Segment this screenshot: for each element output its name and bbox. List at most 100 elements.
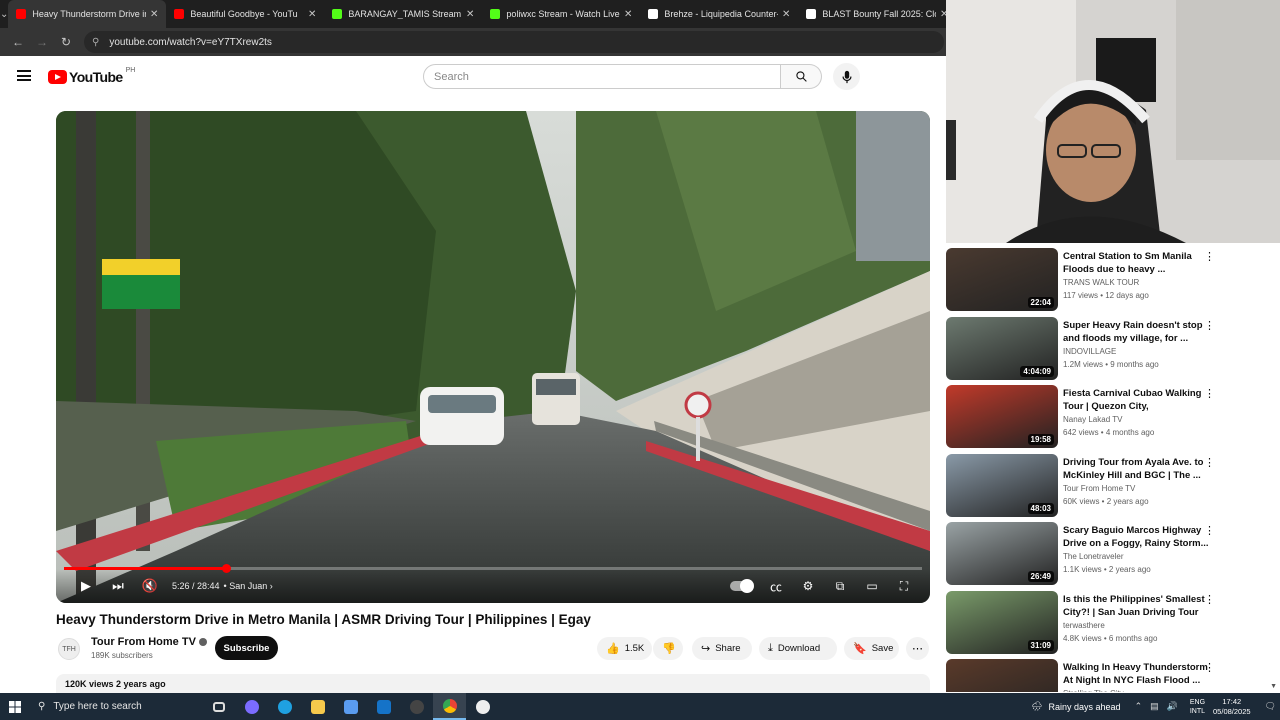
next-icon[interactable]: ⏭ (102, 578, 134, 594)
browser-tab[interactable]: BARANGAY_TAMIS Stream - W ✕ (324, 0, 482, 28)
video-player[interactable]: ▶ ⏭ 🔇 5:26 / 28:44 • San Juan › ㏄ ⚙ ⧉ ▭ … (56, 111, 930, 603)
recommended-video-channel[interactable]: TRANS WALK TOUR (1063, 278, 1139, 287)
captions-icon[interactable]: ㏄ (760, 578, 792, 595)
obs-icon[interactable] (400, 693, 433, 720)
tab-favicon-icon (174, 9, 185, 19)
browser-tab[interactable]: poliwxc Stream - Watch Live on ✕ (482, 0, 640, 28)
recommended-video-channel[interactable]: INDOVILLAGE (1063, 347, 1116, 356)
more-options-icon[interactable]: ⋮ (1204, 319, 1215, 332)
chrome-icon[interactable] (433, 693, 466, 720)
browser-tab[interactable]: Heavy Thunderstorm Drive in M ✕ (8, 0, 167, 28)
address-bar[interactable]: ⚲ youtube.com/watch?v=eY7TXrew2ts (84, 31, 944, 53)
back-icon[interactable]: ← (6, 35, 30, 49)
dislike-button[interactable]: 👎 (653, 637, 683, 660)
play-icon[interactable]: ▶ (70, 578, 102, 594)
browser-tab[interactable]: Beautiful Goodbye - YouTu ✕ (166, 0, 324, 28)
recommended-video-title[interactable]: Central Station to Sm Manila Floods due … (1063, 250, 1209, 276)
recommended-video-channel[interactable]: Nanay Lakad TV (1063, 415, 1122, 424)
more-actions-icon[interactable]: ⋯ (906, 637, 929, 660)
outlook-icon[interactable] (367, 693, 400, 720)
video-thumbnail[interactable]: 31:09 (946, 590, 1058, 654)
scroll-down-icon[interactable]: ▼ (1270, 683, 1277, 690)
close-tab-icon[interactable]: ✕ (150, 9, 158, 20)
recommended-video-channel[interactable]: Strolling The City (1063, 689, 1124, 692)
forward-icon[interactable]: → (30, 35, 54, 49)
mute-icon[interactable]: 🔇 (134, 578, 166, 594)
recommended-video[interactable]: Walking In Heavy Thunderstorm At Night I… (946, 659, 1280, 692)
more-options-icon[interactable]: ⋮ (1204, 250, 1215, 263)
subscribe-button[interactable]: Subscribe (215, 636, 278, 660)
task-view-icon[interactable] (202, 693, 235, 720)
recommended-video-title[interactable]: Walking In Heavy Thunderstorm At Night I… (1063, 661, 1209, 687)
youtube-logo[interactable]: YouTube PH (48, 67, 135, 85)
voice-search-button[interactable] (833, 63, 860, 90)
video-duration: 4:04:09 (1020, 365, 1054, 377)
recommended-video[interactable]: 31:09 Is this the Philippines' Smallest C… (946, 590, 1280, 657)
search-button[interactable] (781, 64, 822, 89)
theater-mode-icon[interactable]: ▭ (856, 579, 888, 593)
file-explorer-icon[interactable] (301, 693, 334, 720)
more-options-icon[interactable]: ⋮ (1204, 387, 1215, 400)
volume-icon[interactable]: 🔊 (1167, 701, 1178, 712)
input-language[interactable]: ENG INTL (1190, 698, 1205, 716)
recommended-video-title[interactable]: Driving Tour from Ayala Ave. to McKinley… (1063, 456, 1209, 482)
reload-icon[interactable]: ↻ (54, 35, 78, 49)
settings-icon[interactable]: ⚙ (792, 579, 824, 593)
recommended-video[interactable]: 22:04 Central Station to Sm Manila Floods… (946, 248, 1280, 314)
taskbar-search[interactable]: ⚲ Type here to search (30, 693, 168, 720)
download-button[interactable]: ⤓ Download (759, 637, 837, 660)
store-icon[interactable] (334, 693, 367, 720)
tab-search-icon[interactable]: ⌄ (0, 0, 8, 28)
close-tab-icon[interactable]: ✕ (782, 9, 790, 20)
video-thumbnail[interactable]: 26:49 (946, 522, 1058, 585)
windows-start-button[interactable] (0, 693, 30, 720)
more-options-icon[interactable]: ⋮ (1204, 661, 1215, 674)
video-thumbnail[interactable]: 48:03 (946, 453, 1058, 517)
close-tab-icon[interactable]: ✕ (466, 9, 474, 20)
close-tab-icon[interactable]: ✕ (308, 9, 316, 20)
edge-icon[interactable] (268, 693, 301, 720)
video-thumbnail[interactable]: 19:58 (946, 385, 1058, 448)
weather-widget[interactable]: 🌧 Rainy days ahead (1031, 701, 1121, 712)
chapter-title[interactable]: • San Juan › (224, 581, 273, 591)
recommended-video-title[interactable]: Fiesta Carnival Cubao Walking Tour | Que… (1063, 387, 1209, 413)
recommended-video[interactable]: 48:03 Driving Tour from Ayala Ave. to McK… (946, 453, 1280, 520)
share-button[interactable]: ↪ Share (692, 637, 752, 660)
like-button[interactable]: 👍 1.5K (597, 637, 652, 660)
recommended-video-title[interactable]: Super Heavy Rain doesn't stop and floods… (1063, 319, 1209, 345)
browser-tab[interactable]: Brehze - Liquipedia Counter-St ✕ (640, 0, 798, 28)
recommended-video-channel[interactable]: The Lonetraveler (1063, 552, 1123, 561)
network-icon[interactable]: ▤ (1150, 701, 1159, 712)
autoplay-toggle[interactable] (730, 579, 754, 593)
site-info-icon[interactable]: ⚲ (92, 37, 99, 48)
video-thumbnail[interactable]: 4:04:09 (946, 316, 1058, 380)
more-options-icon[interactable]: ⋮ (1204, 593, 1215, 606)
notifications-icon[interactable]: 🗨 (1265, 701, 1276, 712)
video-thumbnail[interactable] (946, 659, 1058, 692)
recommended-video-title[interactable]: Scary Baguio Marcos Highway Drive on a F… (1063, 524, 1209, 550)
taskbar-clock[interactable]: 17:42 05/08/2025 (1213, 697, 1251, 717)
recommended-video-title[interactable]: Is this the Philippines' Smallest City?!… (1063, 593, 1209, 619)
steam-icon[interactable] (466, 693, 499, 720)
more-options-icon[interactable]: ⋮ (1204, 524, 1215, 537)
video-thumbnail[interactable]: 22:04 (946, 248, 1058, 311)
recommended-video[interactable]: 26:49 Scary Baguio Marcos Highway Drive o… (946, 522, 1280, 588)
more-options-icon[interactable]: ⋮ (1204, 456, 1215, 469)
menu-icon[interactable] (17, 70, 31, 81)
close-tab-icon[interactable]: ✕ (624, 9, 632, 20)
search-input[interactable]: Search (423, 64, 781, 89)
channel-name[interactable]: Tour From Home TV (91, 636, 207, 648)
tray-overflow-icon[interactable]: ⌃ (1135, 701, 1143, 712)
recommended-video-channel[interactable]: terwasthere (1063, 621, 1105, 630)
save-button[interactable]: 🔖 Save (844, 637, 899, 660)
miniplayer-icon[interactable]: ⧉ (824, 579, 856, 594)
browser-tab[interactable]: BLAST Bounty Fall 2025: Closed✕ (798, 0, 956, 28)
copilot-icon[interactable] (235, 693, 268, 720)
lang-line-2: INTL (1189, 707, 1206, 715)
channel-name-text[interactable]: Tour From Home TV (91, 636, 196, 648)
recommended-video-channel[interactable]: Tour From Home TV (1063, 484, 1135, 493)
fullscreen-icon[interactable]: ⛶ (888, 579, 920, 594)
recommended-video[interactable]: 19:58 Fiesta Carnival Cubao Walking Tour … (946, 385, 1280, 451)
recommended-video[interactable]: 4:04:09 Super Heavy Rain doesn't stop and… (946, 316, 1280, 383)
channel-avatar[interactable]: TFH (58, 638, 80, 660)
